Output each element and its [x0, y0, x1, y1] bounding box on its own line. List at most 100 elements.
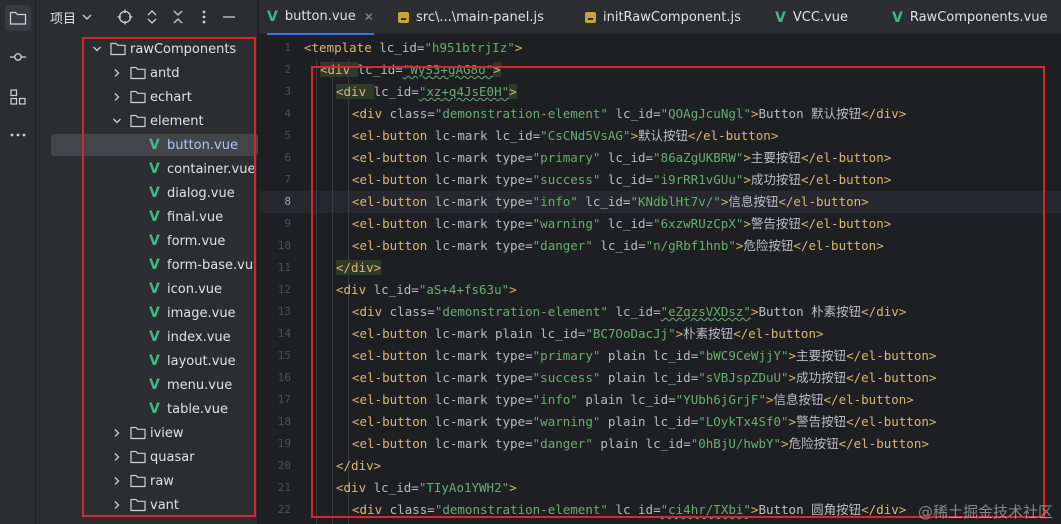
- vue-file-icon: V: [149, 353, 160, 369]
- tree-file[interactable]: Vdialog.vue: [36, 181, 258, 205]
- code-line[interactable]: <el-button lc-mark lc_id="CsCNd5VsAG">默认…: [352, 125, 778, 147]
- code-token: >: [743, 150, 751, 165]
- minimize-icon[interactable]: [220, 8, 238, 26]
- tree-folder[interactable]: antd: [36, 61, 258, 85]
- project-panel-title[interactable]: 项目: [50, 8, 76, 27]
- more-tools-button[interactable]: [5, 122, 31, 148]
- tree-file[interactable]: Vform.vue: [36, 229, 258, 253]
- editor-tab[interactable]: V RawComponents.vue: [892, 0, 1048, 35]
- tree-folder[interactable]: raw: [36, 469, 258, 493]
- chevron-down-icon[interactable]: [82, 14, 92, 20]
- code-line[interactable]: <el-button lc-mark type="primary" plain …: [352, 345, 936, 367]
- code-line[interactable]: <template lc_id="h951btrjIz">: [304, 37, 522, 59]
- code-line[interactable]: <div lc_id="TIyAo1YWH2">: [336, 477, 517, 499]
- code-token: <div: [352, 502, 390, 517]
- code-token: <template: [304, 40, 380, 55]
- code-token: =: [525, 238, 533, 253]
- chevron-right-icon[interactable]: [112, 428, 122, 438]
- tree-file[interactable]: Vcontainer.vue: [36, 157, 258, 181]
- folder-icon: [130, 426, 146, 440]
- tab-label: button.vue: [284, 9, 356, 24]
- code-token: >: [743, 172, 751, 187]
- chevron-down-icon[interactable]: [92, 44, 102, 54]
- code-token: =: [525, 150, 533, 165]
- tree-folder[interactable]: quasar: [36, 445, 258, 469]
- tree-folder[interactable]: vant: [36, 493, 258, 517]
- code-token: plain lc_id: [607, 348, 691, 363]
- chevron-right-icon[interactable]: [112, 92, 122, 102]
- code-editor[interactable]: 1 2 3 4 5 6 7 8 9 10 11 12 13 14 15 16 17 18 19 20 21 22 <tem…: [259, 36, 1061, 524]
- tree-folder[interactable]: element: [36, 109, 258, 133]
- code-line[interactable]: <el-button lc-mark type="warning" plain …: [352, 411, 936, 433]
- code-token: <el-button: [352, 414, 435, 429]
- code-line[interactable]: </div>: [336, 455, 381, 477]
- code-token: =: [683, 436, 691, 451]
- code-token: lc-mark type: [434, 392, 526, 407]
- code-line[interactable]: <div class="demonstration-element" lc_id…: [352, 499, 906, 521]
- tree-item-label: container.vue: [167, 161, 256, 177]
- code-line[interactable]: <div lc_id="WyS3+gAG8o">: [320, 59, 501, 81]
- vue-file-icon: V: [149, 185, 160, 201]
- chevron-right-icon[interactable]: [112, 500, 122, 510]
- line-number: 13: [277, 305, 291, 318]
- code-line[interactable]: <el-button lc-mark type="success" plain …: [352, 367, 936, 389]
- code-token: </div>: [861, 502, 907, 517]
- code-line[interactable]: <el-button lc-mark plain lc_id="BC7OoDac…: [352, 323, 824, 345]
- code-token: =: [427, 106, 435, 121]
- structure-tool-button[interactable]: [5, 84, 31, 110]
- code-line[interactable]: <el-button lc-mark type="primary" lc_id=…: [352, 147, 891, 169]
- code-line[interactable]: <div class="demonstration-element" lc_id…: [352, 301, 906, 323]
- tree-folder[interactable]: rawComponents: [36, 37, 258, 61]
- code-line[interactable]: <el-button lc-mark type="danger" plain l…: [352, 433, 929, 455]
- code-line[interactable]: </div>: [336, 257, 382, 279]
- commit-tool-button[interactable]: [5, 44, 31, 70]
- code-line[interactable]: <el-button lc-mark type="warning" lc_id=…: [352, 213, 891, 235]
- code-token: "6xzwRUzCpX": [653, 216, 744, 231]
- more-vertical-icon[interactable]: [195, 8, 213, 26]
- code-token: 成功按钮: [796, 370, 847, 385]
- locate-file-icon[interactable]: [116, 8, 134, 26]
- code-line[interactable]: <div class="demonstration-element" lc_id…: [352, 103, 906, 125]
- editor-tab[interactable]: initRawComponent.js: [585, 0, 741, 35]
- code-token: </el-button>: [688, 128, 779, 143]
- chevron-right-icon[interactable]: [112, 476, 122, 486]
- tree-file[interactable]: Vfinal.vue: [36, 205, 258, 229]
- tree-file[interactable]: Vimage.vue: [36, 301, 258, 325]
- code-token: =: [525, 436, 533, 451]
- tree-folder[interactable]: echart: [36, 85, 258, 109]
- code-line[interactable]: <el-button lc-mark type="danger" lc_id="…: [352, 235, 884, 257]
- tree-folder[interactable]: iview: [36, 421, 258, 445]
- code-token: "0hBjU/hwbY": [690, 436, 782, 451]
- tree-file[interactable]: Vbutton.vue: [36, 133, 258, 157]
- editor-tab[interactable]: src\...\main-panel.js: [398, 0, 544, 35]
- tree-file[interactable]: Vindex.vue: [36, 325, 258, 349]
- code-token: plain lc_id: [607, 414, 691, 429]
- tree-file[interactable]: Vform-base.vu: [36, 253, 258, 277]
- tree-file[interactable]: Vtable.vue: [36, 397, 258, 421]
- code-line[interactable]: <el-button lc-mark type="success" lc_id=…: [352, 169, 891, 191]
- chevron-right-icon[interactable]: [112, 68, 122, 78]
- tree-file[interactable]: Vicon.vue: [36, 277, 258, 301]
- chevron-right-icon[interactable]: [112, 452, 122, 462]
- tree-item-label: antd: [150, 65, 180, 81]
- tree-file[interactable]: Vmenu.vue: [36, 373, 258, 397]
- chevron-down-icon[interactable]: [112, 116, 122, 126]
- code-token: lc-mark type: [434, 370, 526, 385]
- folder-icon: [130, 114, 146, 128]
- editor-tab[interactable]: V VCC.vue: [775, 0, 848, 35]
- code-token: =: [427, 502, 435, 517]
- code-line[interactable]: <el-button lc-mark type="info" lc_id="KN…: [352, 191, 869, 213]
- js-file-icon: [398, 12, 409, 23]
- project-tool-button[interactable]: [5, 5, 31, 31]
- code-line[interactable]: <el-button lc-mark type="info" plain lc_…: [352, 389, 914, 411]
- close-icon[interactable]: ✕: [364, 10, 374, 24]
- editor-tab[interactable]: Vbutton.vue ✕: [267, 0, 374, 35]
- code-line[interactable]: <div lc_id="aS+4+fs63u">: [336, 279, 517, 301]
- tree-file[interactable]: Vlayout.vue: [36, 349, 258, 373]
- code-line[interactable]: <div lc_id="xz+q4JsE0H">: [336, 81, 517, 103]
- code-token: <el-button: [352, 238, 435, 253]
- code-token: lc_id: [373, 282, 412, 297]
- collapse-all-icon[interactable]: [169, 8, 187, 26]
- expand-all-icon[interactable]: [143, 8, 161, 26]
